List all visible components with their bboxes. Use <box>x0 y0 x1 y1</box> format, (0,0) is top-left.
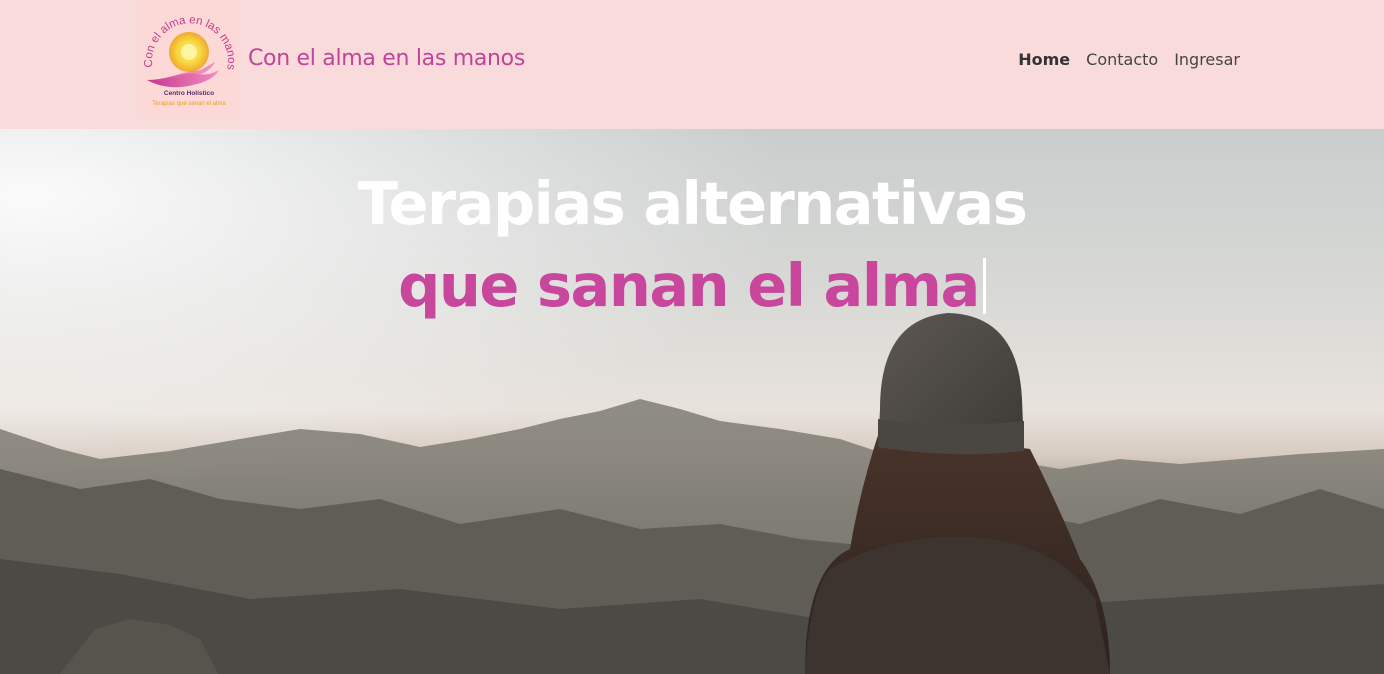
nav-home[interactable]: Home <box>1018 50 1070 69</box>
brand-name[interactable]: Con el alma en las manos <box>248 46 525 71</box>
logo-subtitle: Centro Holístico <box>163 90 215 97</box>
hero-title: Terapias alternativas que sanan el alma <box>292 163 1092 327</box>
brand-logo[interactable]: Con el alma en las manos Centro Holístic… <box>139 0 239 115</box>
hero-title-white: Terapias alternativas <box>357 169 1028 238</box>
nav-ingresar[interactable]: Ingresar <box>1174 50 1240 69</box>
navbar: Con el alma en las manos Centro Holístic… <box>0 0 1384 129</box>
hero-title-accent: que sanan el alma <box>398 251 980 320</box>
nav-contacto[interactable]: Contacto <box>1086 50 1158 69</box>
typing-cursor <box>982 258 986 314</box>
logo-graphic: Con el alma en las manos <box>143 14 237 88</box>
logo-tagline: Terapias que sanan el alma <box>152 101 226 107</box>
nav-links: Home Contacto Ingresar <box>1018 50 1240 69</box>
hero-banner: Terapias alternativas que sanan el alma <box>0 129 1384 674</box>
